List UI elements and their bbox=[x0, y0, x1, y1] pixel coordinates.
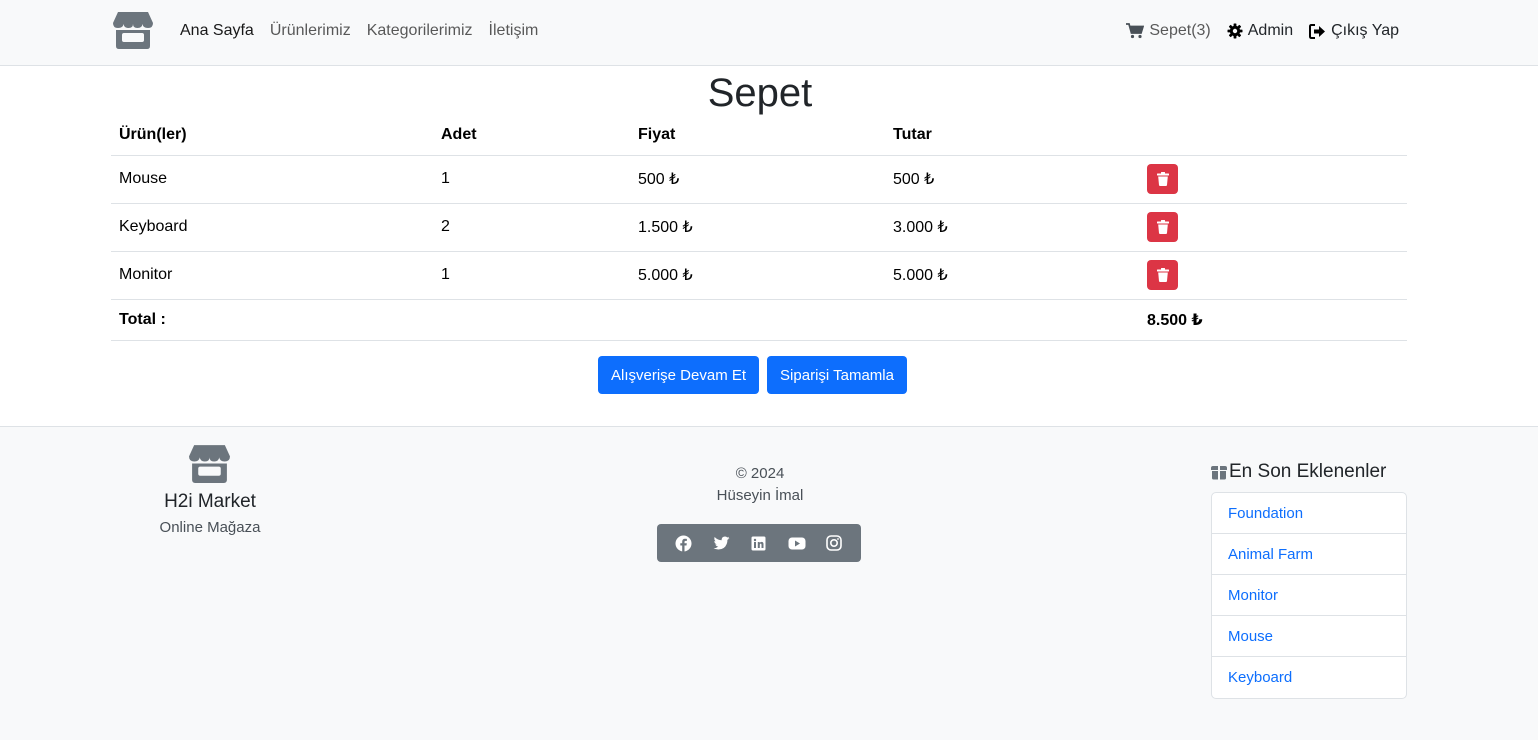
total-value: 8.500 ₺ bbox=[1139, 299, 1407, 341]
cell-price: 1.500 ₺ bbox=[630, 203, 885, 252]
cart-label: Sepet(3) bbox=[1149, 22, 1211, 39]
twitter-icon[interactable] bbox=[710, 532, 732, 554]
trash-icon bbox=[1156, 220, 1169, 234]
cell-total: 5.000 ₺ bbox=[885, 251, 1139, 300]
cell-actions bbox=[1139, 203, 1407, 252]
latest-title-text: En Son Eklenenler bbox=[1229, 461, 1387, 482]
list-item: Animal Farm bbox=[1212, 534, 1406, 575]
table-row: Keyboard 2 1.500 ₺ 3.000 ₺ bbox=[111, 203, 1407, 252]
latest-link[interactable]: Mouse bbox=[1228, 628, 1273, 645]
latest-link[interactable]: Monitor bbox=[1228, 587, 1278, 604]
instagram-icon[interactable] bbox=[823, 532, 845, 554]
author-name: Hüseyin İmal bbox=[716, 487, 804, 504]
cart-table: Ürün(ler) Adet Fiyat Tutar Mouse 1 500 ₺… bbox=[111, 116, 1407, 341]
cell-total: 500 ₺ bbox=[885, 155, 1139, 204]
admin-link[interactable]: Admin bbox=[1227, 21, 1293, 41]
youtube-icon[interactable] bbox=[786, 532, 808, 554]
cell-total: 3.000 ₺ bbox=[885, 203, 1139, 252]
social-links bbox=[657, 524, 861, 562]
trash-icon bbox=[1156, 172, 1169, 186]
cart-link[interactable]: Sepet(3) bbox=[1126, 21, 1211, 41]
table-row: Mouse 1 500 ₺ 500 ₺ bbox=[111, 155, 1407, 204]
table-row: Monitor 1 5.000 ₺ 5.000 ₺ bbox=[111, 251, 1407, 300]
cart-icon bbox=[1126, 23, 1145, 39]
complete-order-button[interactable]: Siparişi Tamamla bbox=[767, 356, 907, 394]
delete-button[interactable] bbox=[1147, 164, 1178, 194]
list-item: Mouse bbox=[1212, 616, 1406, 657]
trash-icon bbox=[1156, 268, 1169, 282]
header-product: Ürün(ler) bbox=[111, 116, 433, 156]
cell-price: 5.000 ₺ bbox=[630, 251, 885, 300]
footer-subtitle: Online Mağaza bbox=[159, 519, 261, 536]
list-item: Keyboard bbox=[1212, 657, 1406, 698]
header-price: Fiyat bbox=[630, 116, 885, 156]
sign-out-icon bbox=[1309, 23, 1326, 39]
latest-list: Foundation Animal Farm Monitor Mouse Key… bbox=[1211, 492, 1407, 699]
header-qty: Adet bbox=[433, 116, 630, 156]
cell-product: Monitor bbox=[111, 251, 433, 300]
cell-actions bbox=[1139, 155, 1407, 204]
admin-label: Admin bbox=[1247, 22, 1294, 39]
cell-qty: 1 bbox=[433, 251, 630, 300]
total-row: Total : 8.500 ₺ bbox=[111, 299, 1407, 341]
latest-title: En Son Eklenenler bbox=[1210, 461, 1386, 483]
cell-price: 500 ₺ bbox=[630, 155, 885, 204]
header-actions bbox=[1139, 116, 1407, 156]
list-item: Foundation bbox=[1212, 493, 1406, 534]
nav-link-contact[interactable]: İletişim bbox=[489, 21, 539, 41]
continue-shopping-button[interactable]: Alışverişe Devam Et bbox=[598, 356, 760, 394]
table-header-row: Ürün(ler) Adet Fiyat Tutar bbox=[111, 116, 1407, 156]
total-label: Total : bbox=[111, 299, 433, 341]
store-logo-icon bbox=[189, 445, 230, 483]
delete-button[interactable] bbox=[1147, 212, 1178, 242]
footer-copyright: © 2024 Hüseyin İmal bbox=[620, 463, 900, 507]
nav-link-home[interactable]: Ana Sayfa bbox=[180, 21, 254, 41]
logout-label: Çıkış Yap bbox=[1331, 22, 1399, 39]
nav-right: Sepet(3) Admin Çıkış Yap bbox=[1110, 21, 1399, 41]
nav-links: Ana Sayfa Ürünlerimiz Kategorilerimiz İl… bbox=[180, 21, 554, 41]
latest-link[interactable]: Animal Farm bbox=[1228, 546, 1313, 563]
gear-icon bbox=[1227, 23, 1243, 39]
cell-qty: 2 bbox=[433, 203, 630, 252]
delete-button[interactable] bbox=[1147, 260, 1178, 290]
cell-product: Mouse bbox=[111, 155, 433, 204]
facebook-icon[interactable] bbox=[673, 532, 695, 554]
nav-link-categories[interactable]: Kategorilerimiz bbox=[367, 21, 473, 41]
navbar: Ana Sayfa Ürünlerimiz Kategorilerimiz İl… bbox=[0, 0, 1538, 66]
box-icon bbox=[1211, 466, 1227, 480]
store-logo-icon[interactable] bbox=[112, 10, 154, 50]
cell-qty: 1 bbox=[433, 155, 630, 204]
linkedin-icon[interactable] bbox=[748, 532, 770, 554]
latest-link[interactable]: Foundation bbox=[1228, 505, 1303, 522]
page-title: Sepet bbox=[707, 71, 813, 115]
cell-actions bbox=[1139, 251, 1407, 300]
nav-link-products[interactable]: Ürünlerimiz bbox=[270, 21, 351, 41]
footer: H2i Market Online Mağaza © 2024 Hüseyin … bbox=[0, 426, 1538, 740]
latest-link[interactable]: Keyboard bbox=[1228, 669, 1292, 686]
copyright-text: © 2024 bbox=[735, 465, 785, 482]
cell-product: Keyboard bbox=[111, 203, 433, 252]
list-item: Monitor bbox=[1212, 575, 1406, 616]
logout-link[interactable]: Çıkış Yap bbox=[1309, 21, 1399, 41]
action-buttons: Alışverişe Devam Et Siparişi Tamamla bbox=[598, 356, 915, 394]
footer-brand: H2i Market bbox=[164, 491, 256, 512]
header-total: Tutar bbox=[885, 116, 1139, 156]
